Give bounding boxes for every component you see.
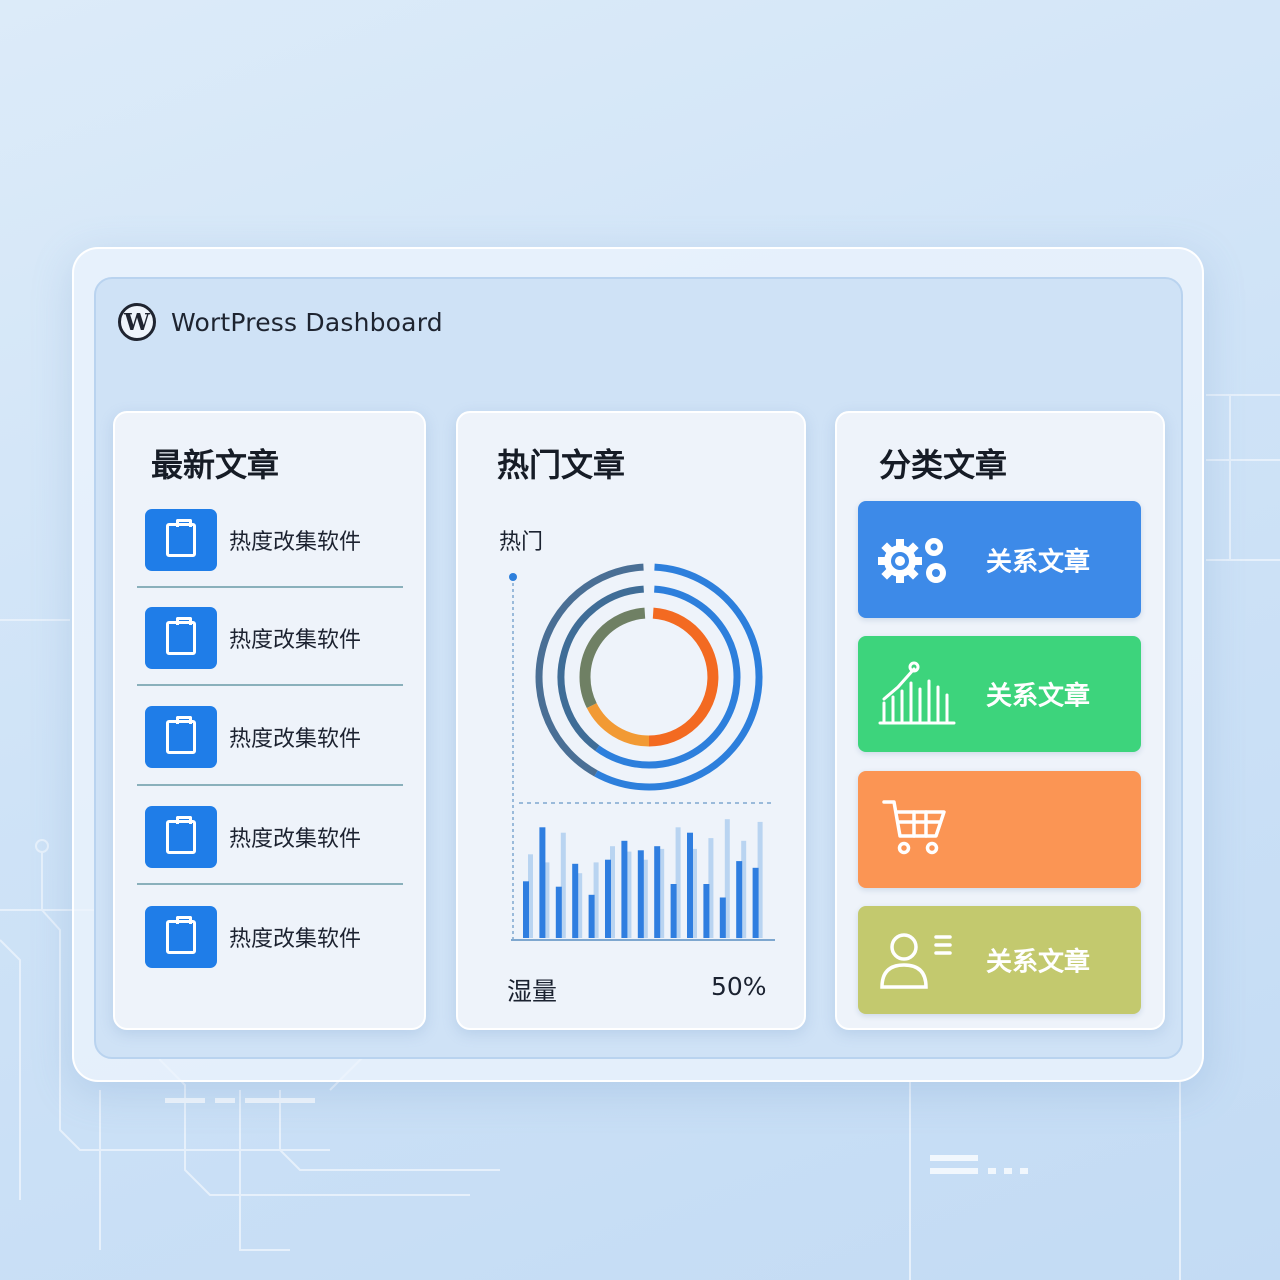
app-header: W WortPress Dashboard <box>118 303 443 341</box>
divider <box>137 684 403 686</box>
bar <box>588 894 595 938</box>
category-tile-gears[interactable]: 关系文章 <box>858 501 1141 618</box>
document-icon <box>145 607 217 669</box>
donut-inner-segment <box>586 702 650 747</box>
chart-guide-dot <box>509 573 517 581</box>
list-item-label: 热度改集软件 <box>229 727 362 752</box>
circuit-node <box>35 839 49 853</box>
gears-icon <box>878 537 946 583</box>
bar <box>719 897 726 938</box>
bar <box>555 886 562 938</box>
latest-posts-title: 最新文章 <box>151 446 280 484</box>
cart-icon <box>882 800 946 855</box>
bar <box>703 884 710 938</box>
list-item[interactable]: 热度改集软件 <box>137 690 403 774</box>
category-tile-chart[interactable]: 关系文章 <box>858 636 1141 752</box>
bar-chart-icon <box>878 661 956 725</box>
list-item[interactable]: 热度改集软件 <box>137 890 403 974</box>
bar <box>670 884 677 938</box>
bar <box>654 846 661 938</box>
category-posts-title: 分类文章 <box>879 446 1008 484</box>
list-item-label: 热度改集软件 <box>229 827 362 852</box>
bar <box>605 859 611 938</box>
category-tile-label: 关系文章 <box>986 681 1091 712</box>
category-tile-label: 关系文章 <box>986 547 1091 577</box>
divider <box>137 586 403 588</box>
donut-inner-segment <box>648 607 719 747</box>
document-icon <box>145 806 217 868</box>
document-icon <box>145 509 217 571</box>
bar <box>621 840 628 938</box>
divider <box>137 883 403 885</box>
list-item-label: 热度改集软件 <box>229 530 362 555</box>
bar <box>752 867 759 938</box>
chart-footer-value: 50% <box>711 972 767 1001</box>
bar <box>572 863 579 939</box>
list-item[interactable]: 热度改集软件 <box>137 591 403 675</box>
bar <box>539 827 546 938</box>
category-tile-users[interactable]: 关系文章 <box>858 906 1141 1014</box>
app-title: WortPress Dashboard <box>171 307 443 337</box>
user-list-icon <box>880 933 952 989</box>
bar <box>736 861 743 939</box>
popular-chart <box>509 563 775 941</box>
bar-chart <box>523 819 763 939</box>
bar <box>523 881 529 938</box>
list-item-label: 热度改集软件 <box>229 927 362 952</box>
wordpress-logo-icon[interactable]: W <box>118 303 156 341</box>
bar <box>637 850 644 939</box>
bar <box>687 832 693 938</box>
list-item[interactable]: 热度改集软件 <box>137 493 403 577</box>
document-icon <box>145 706 217 768</box>
chart-footer-label: 湿量 <box>507 977 558 1006</box>
donut-inner-segment <box>579 607 646 709</box>
list-item-label: 热度改集软件 <box>229 628 362 653</box>
document-icon <box>145 906 217 968</box>
list-item[interactable]: 热度改集软件 <box>137 790 403 874</box>
category-tile-label: 关系文章 <box>986 947 1091 978</box>
category-tile-cart[interactable] <box>858 771 1141 888</box>
donut-chart <box>535 563 763 791</box>
divider <box>137 784 403 786</box>
